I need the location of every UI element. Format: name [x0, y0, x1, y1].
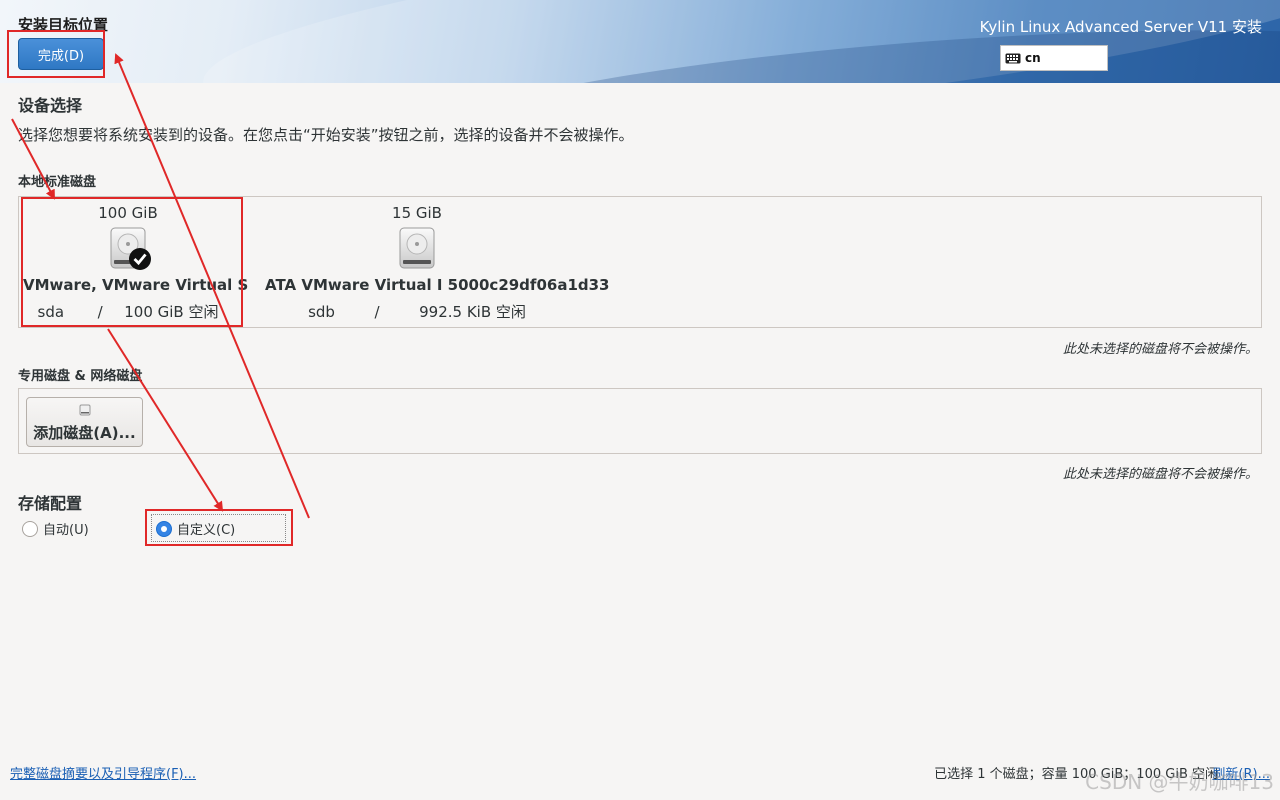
annotation-arrow-2: [107, 328, 224, 512]
annotation-arrow-3: [114, 53, 310, 519]
annotation-arrows: [11, 53, 310, 519]
annotation-arrow-1: [11, 118, 55, 200]
